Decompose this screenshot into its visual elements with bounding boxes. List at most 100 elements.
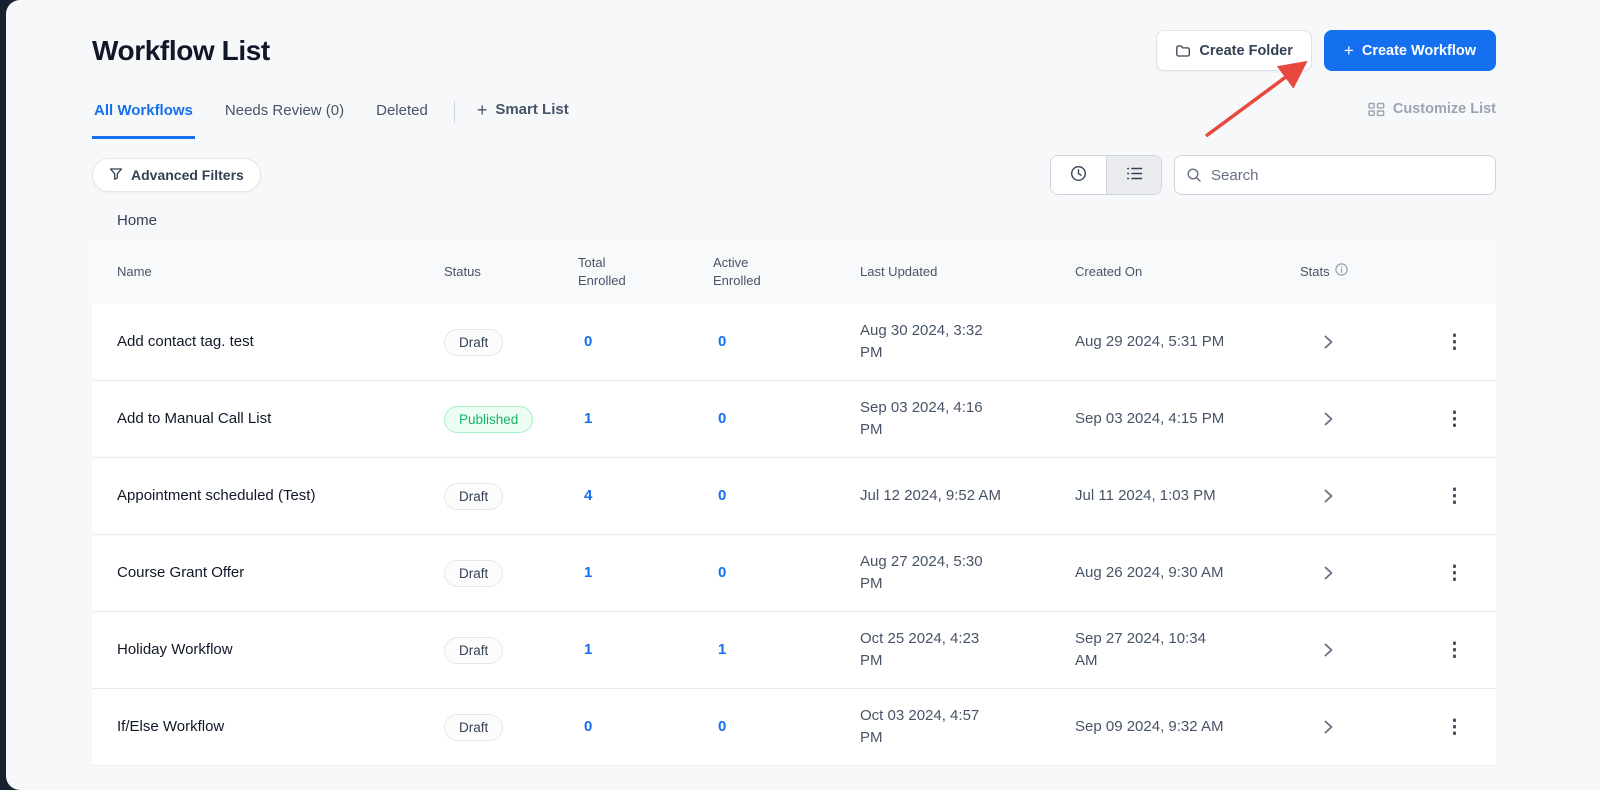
total-enrolled-link[interactable]: 1 bbox=[584, 641, 592, 658]
active-enrolled-link[interactable]: 0 bbox=[718, 718, 726, 735]
stats-chevron-button[interactable] bbox=[1320, 485, 1337, 507]
column-header-last-updated: Last Updated bbox=[860, 263, 1075, 281]
active-enrolled-link[interactable]: 0 bbox=[718, 333, 726, 350]
row-menu-button[interactable]: ⋮ bbox=[1441, 329, 1468, 356]
smart-list-label: Smart List bbox=[495, 101, 568, 118]
column-header-active-enrolled: Active Enrolled bbox=[713, 254, 860, 289]
table-row: Appointment scheduled (Test) Draft 4 0 J… bbox=[92, 458, 1496, 535]
search-box bbox=[1174, 155, 1496, 195]
topbar-actions: Create Folder + Create Workflow bbox=[1156, 30, 1496, 71]
tabs-divider bbox=[454, 101, 455, 123]
column-header-created-on: Created On bbox=[1075, 263, 1300, 281]
create-folder-button[interactable]: Create Folder bbox=[1156, 30, 1311, 71]
stats-chevron-button[interactable] bbox=[1320, 716, 1337, 738]
tab-all-workflows[interactable]: All Workflows bbox=[92, 99, 195, 139]
view-toggle bbox=[1050, 155, 1162, 195]
customize-list-label: Customize List bbox=[1393, 101, 1496, 117]
status-badge: Draft bbox=[444, 637, 503, 664]
workflow-name-link[interactable]: Add to Manual Call List bbox=[117, 410, 271, 427]
breadcrumb[interactable]: Home bbox=[92, 212, 157, 229]
create-workflow-button[interactable]: + Create Workflow bbox=[1324, 30, 1496, 71]
stats-chevron-button[interactable] bbox=[1320, 639, 1337, 661]
active-enrolled-link[interactable]: 0 bbox=[718, 487, 726, 504]
plus-icon: + bbox=[477, 101, 488, 119]
plus-icon: + bbox=[1344, 42, 1354, 59]
total-enrolled-link[interactable]: 1 bbox=[584, 564, 592, 581]
table-header: Name Status Total Enrolled Active Enroll… bbox=[92, 240, 1496, 304]
table-row: Course Grant Offer Draft 1 0 Aug 27 2024… bbox=[92, 535, 1496, 612]
workflow-table: Name Status Total Enrolled Active Enroll… bbox=[92, 240, 1496, 766]
created-on-value: Aug 26 2024, 9:30 AM bbox=[1075, 562, 1223, 584]
clock-icon bbox=[1070, 165, 1087, 185]
table-row: Add contact tag. test Draft 0 0 Aug 30 2… bbox=[92, 304, 1496, 381]
active-enrolled-link[interactable]: 0 bbox=[718, 564, 726, 581]
row-menu-button[interactable]: ⋮ bbox=[1441, 637, 1468, 664]
tab-deleted[interactable]: Deleted bbox=[374, 99, 430, 139]
tabs: All Workflows Needs Review (0) Deleted bbox=[92, 99, 430, 139]
active-enrolled-link[interactable]: 0 bbox=[718, 410, 726, 427]
row-menu-button[interactable]: ⋮ bbox=[1441, 406, 1468, 433]
last-updated-value: Oct 03 2024, 4:57 PM bbox=[860, 705, 1005, 749]
total-enrolled-link[interactable]: 1 bbox=[584, 410, 592, 427]
table-body: Add contact tag. test Draft 0 0 Aug 30 2… bbox=[92, 304, 1496, 766]
create-workflow-label: Create Workflow bbox=[1362, 43, 1476, 59]
list-icon bbox=[1126, 166, 1143, 184]
spacer bbox=[569, 99, 1368, 139]
last-updated-value: Jul 12 2024, 9:52 AM bbox=[860, 485, 1001, 507]
stats-chevron-button[interactable] bbox=[1320, 331, 1337, 353]
column-header-total-enrolled: Total Enrolled bbox=[578, 254, 713, 289]
advanced-filters-label: Advanced Filters bbox=[131, 167, 244, 183]
workflow-name-link[interactable]: If/Else Workflow bbox=[117, 718, 224, 735]
status-badge: Draft bbox=[444, 329, 503, 356]
tab-needs-review-0[interactable]: Needs Review (0) bbox=[223, 99, 346, 139]
stats-chevron-button[interactable] bbox=[1320, 408, 1337, 430]
table-row: If/Else Workflow Draft 0 0 Oct 03 2024, … bbox=[92, 689, 1496, 766]
column-header-stats: Stats bbox=[1300, 263, 1425, 281]
row-menu-button[interactable]: ⋮ bbox=[1441, 714, 1468, 741]
workflow-name-link[interactable]: Course Grant Offer bbox=[117, 564, 244, 581]
status-badge: Draft bbox=[444, 560, 503, 587]
last-updated-value: Aug 30 2024, 3:32 PM bbox=[860, 320, 1005, 364]
list-view-button[interactable] bbox=[1106, 156, 1161, 194]
column-header-status: Status bbox=[444, 263, 578, 281]
active-enrolled-link[interactable]: 1 bbox=[718, 641, 726, 658]
customize-list-button[interactable]: Customize List bbox=[1368, 99, 1496, 139]
topbar: Workflow List Create Folder + Create Wor… bbox=[6, 0, 1600, 71]
status-badge: Draft bbox=[444, 714, 503, 741]
created-on-value: Jul 11 2024, 1:03 PM bbox=[1075, 485, 1216, 507]
page-title: Workflow List bbox=[92, 35, 270, 67]
row-menu-button[interactable]: ⋮ bbox=[1441, 483, 1468, 510]
filter-row: Advanced Filters bbox=[6, 155, 1600, 195]
list-controls bbox=[1050, 155, 1496, 195]
workflow-name-link[interactable]: Add contact tag. test bbox=[117, 333, 254, 350]
table-row: Add to Manual Call List Published 1 0 Se… bbox=[92, 381, 1496, 458]
workflow-list-page: Workflow List Create Folder + Create Wor… bbox=[6, 0, 1600, 790]
workflow-name-link[interactable]: Appointment scheduled (Test) bbox=[117, 487, 315, 504]
customize-list-icon bbox=[1368, 101, 1385, 117]
last-updated-value: Oct 25 2024, 4:23 PM bbox=[860, 628, 1005, 672]
created-on-value: Sep 03 2024, 4:15 PM bbox=[1075, 408, 1224, 430]
created-on-value: Aug 29 2024, 5:31 PM bbox=[1075, 331, 1224, 353]
column-header-name: Name bbox=[92, 263, 444, 281]
filter-funnel-icon bbox=[109, 167, 123, 184]
history-view-button[interactable] bbox=[1051, 156, 1106, 194]
last-updated-value: Aug 27 2024, 5:30 PM bbox=[860, 551, 1005, 595]
advanced-filters-button[interactable]: Advanced Filters bbox=[92, 158, 261, 192]
last-updated-value: Sep 03 2024, 4:16 PM bbox=[860, 397, 1005, 441]
created-on-value: Sep 09 2024, 9:32 AM bbox=[1075, 716, 1223, 738]
info-icon[interactable] bbox=[1335, 263, 1348, 281]
total-enrolled-link[interactable]: 0 bbox=[584, 718, 592, 735]
total-enrolled-link[interactable]: 4 bbox=[584, 487, 592, 504]
total-enrolled-link[interactable]: 0 bbox=[584, 333, 592, 350]
created-on-value: Sep 27 2024, 10:34 AM bbox=[1075, 628, 1227, 672]
add-smart-list-button[interactable]: + Smart List bbox=[477, 99, 569, 139]
create-folder-label: Create Folder bbox=[1199, 43, 1292, 59]
status-badge: Published bbox=[444, 406, 533, 433]
search-input[interactable] bbox=[1174, 155, 1496, 195]
workflow-name-link[interactable]: Holiday Workflow bbox=[117, 641, 233, 658]
status-badge: Draft bbox=[444, 483, 503, 510]
table-row: Holiday Workflow Draft 1 1 Oct 25 2024, … bbox=[92, 612, 1496, 689]
folder-icon bbox=[1175, 43, 1191, 59]
row-menu-button[interactable]: ⋮ bbox=[1441, 560, 1468, 587]
stats-chevron-button[interactable] bbox=[1320, 562, 1337, 584]
